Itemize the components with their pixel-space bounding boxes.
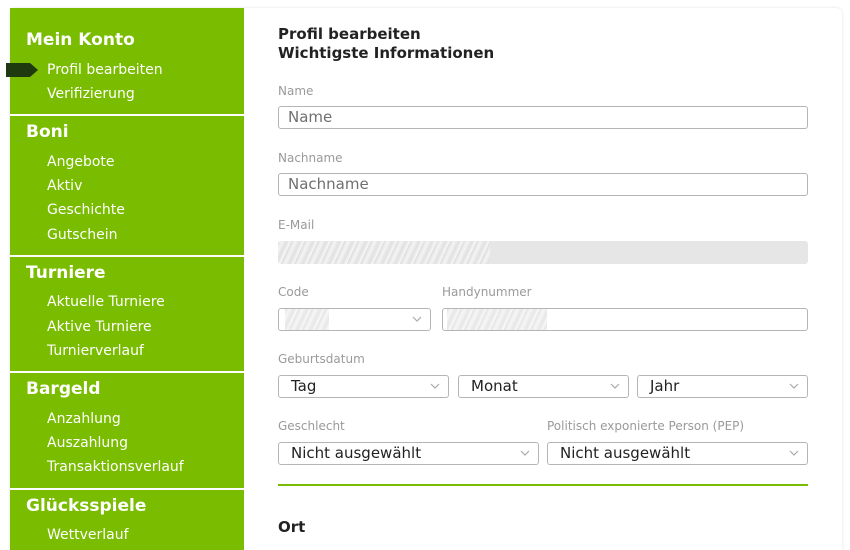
birth-day-select[interactable]: Tag [278, 375, 449, 398]
sidebar-section-turniere: Turniere [26, 263, 106, 283]
sidebar-item-turnierverlauf[interactable]: Turnierverlauf [47, 343, 144, 359]
chevron-down-icon [430, 383, 440, 389]
chevron-down-icon [520, 450, 530, 456]
chevron-down-icon [610, 383, 620, 389]
gender-label: Geschlecht [278, 419, 345, 433]
pep-label: Politisch exponierte Person (PEP) [547, 419, 745, 433]
sidebar-item-aktive-turniere[interactable]: Aktive Turniere [47, 319, 152, 335]
gender-value: Nicht ausgewählt [291, 444, 422, 462]
sidebar-item-gutschein[interactable]: Gutschein [47, 227, 117, 243]
chevron-down-icon [789, 383, 799, 389]
nachname-input[interactable]: Nachname [278, 173, 808, 196]
sidebar-divider [10, 255, 244, 257]
page-title: Profil bearbeiten [278, 25, 421, 43]
birth-year-select[interactable]: Jahr [637, 375, 808, 398]
chevron-down-icon [789, 450, 799, 456]
sidebar-divider [10, 371, 244, 373]
sidebar-section-mein-konto: Mein Konto [26, 30, 135, 50]
sidebar-item-auszahlung[interactable]: Auszahlung [47, 435, 128, 451]
redacted-code [285, 309, 329, 330]
country-code-select[interactable] [278, 308, 431, 331]
sidebar-item-aktiv[interactable]: Aktiv [47, 178, 82, 194]
phone-label: Handynummer [442, 285, 532, 299]
email-label: E-Mail [278, 218, 315, 232]
sidebar-divider [10, 488, 244, 490]
sidebar-item-aktuelle-turniere[interactable]: Aktuelle Turniere [47, 294, 165, 310]
sidebar-item-geschichte[interactable]: Geschichte [47, 202, 125, 218]
sidebar-item-wettverlauf[interactable]: Wettverlauf [47, 527, 129, 543]
phone-input[interactable] [442, 308, 808, 331]
chevron-down-icon [412, 316, 422, 322]
birth-month-select[interactable]: Monat [458, 375, 629, 398]
gender-select[interactable]: Nicht ausgewählt [278, 442, 539, 465]
name-input[interactable]: Name [278, 106, 808, 129]
birth-year-value: Jahr [650, 377, 680, 395]
email-field [278, 241, 808, 264]
redacted-phone [447, 309, 547, 330]
code-label: Code [278, 285, 309, 299]
sidebar-section-boni: Boni [26, 122, 69, 142]
pep-select[interactable]: Nicht ausgewählt [547, 442, 808, 465]
sidebar-section-bargeld: Bargeld [26, 379, 101, 399]
pep-value: Nicht ausgewählt [560, 444, 691, 462]
sidebar-section-gluecksspiele: Glücksspiele [26, 496, 147, 516]
sidebar-item-profil-bearbeiten[interactable]: Profil bearbeiten [47, 62, 163, 78]
sidebar-divider [10, 114, 244, 116]
name-label: Name [278, 84, 314, 98]
section-divider [278, 484, 808, 486]
sidebar-item-anzahlung[interactable]: Anzahlung [47, 411, 121, 427]
redacted-email [278, 241, 490, 264]
birth-month-value: Monat [471, 377, 518, 395]
birth-day-value: Tag [291, 377, 317, 395]
account-sidebar: Mein Konto Profil bearbeiten Verifizieru… [6, 8, 244, 550]
sidebar-item-angebote[interactable]: Angebote [47, 154, 115, 170]
page-subtitle: Wichtigste Informationen [278, 44, 495, 62]
sidebar-item-verifizierung[interactable]: Verifizierung [47, 86, 135, 102]
section-title-ort: Ort [278, 518, 306, 536]
nachname-label: Nachname [278, 151, 343, 165]
birthdate-label: Geburtsdatum [278, 352, 365, 366]
active-arrow-icon [6, 63, 38, 77]
sidebar-item-transaktionsverlauf[interactable]: Transaktionsverlauf [47, 459, 184, 475]
